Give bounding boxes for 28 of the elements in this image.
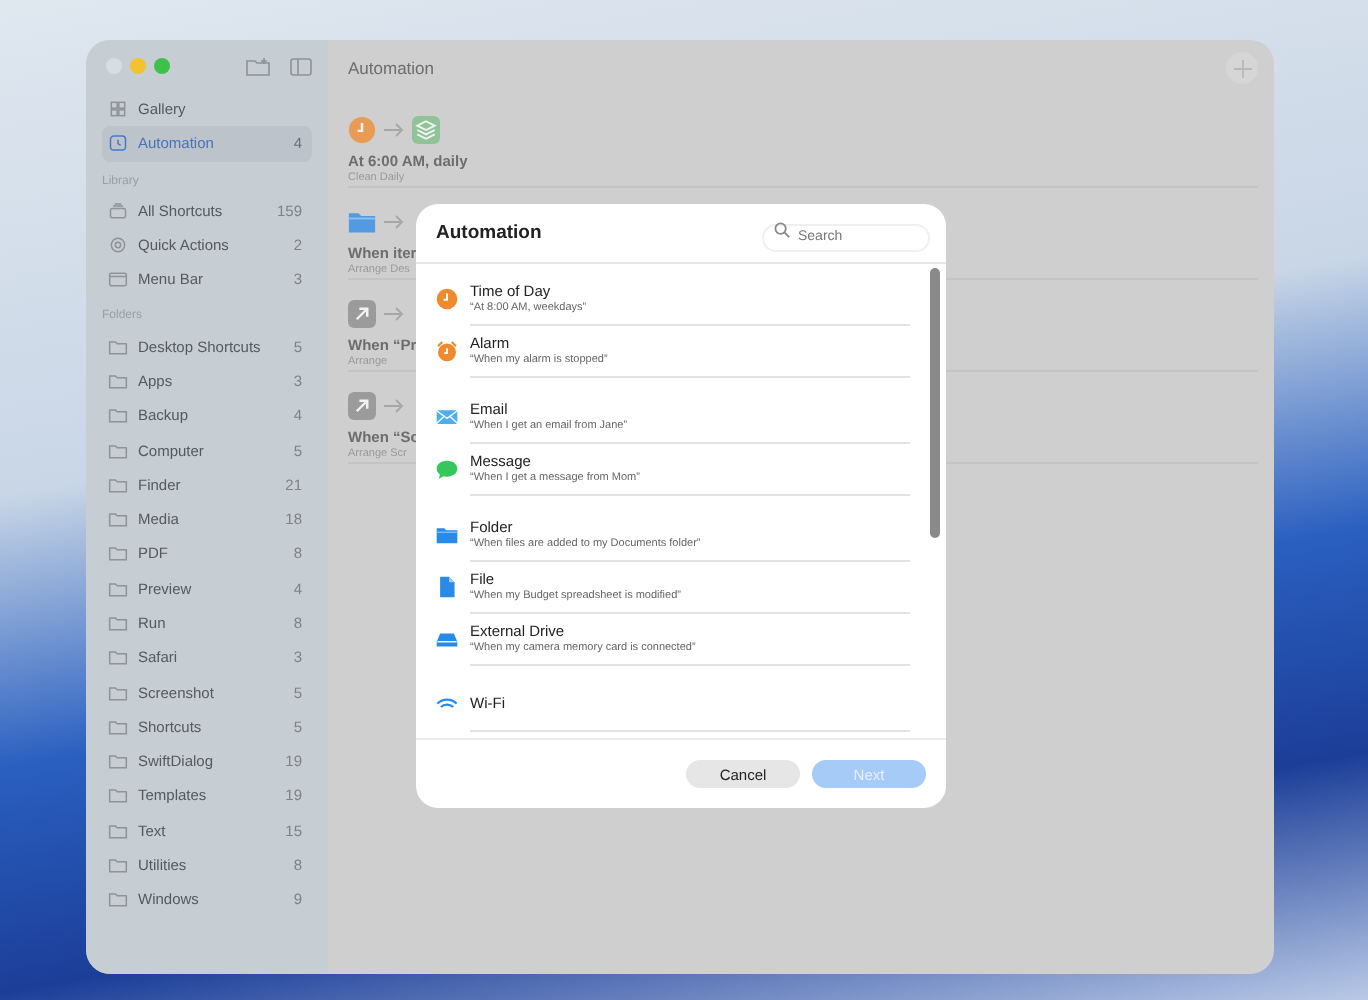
grid-icon bbox=[108, 100, 128, 119]
window-icon bbox=[108, 270, 128, 289]
folder-icon bbox=[436, 523, 458, 545]
new-folder-icon[interactable] bbox=[246, 57, 270, 75]
gear-icon bbox=[108, 236, 128, 255]
alarm-clock-icon bbox=[436, 339, 458, 361]
stack-icon bbox=[108, 201, 128, 220]
arrow-icon bbox=[384, 122, 404, 138]
arrow-icon bbox=[384, 398, 404, 414]
speech-bubble-icon bbox=[436, 457, 458, 479]
arrow-icon bbox=[384, 306, 404, 322]
folder-icon bbox=[348, 208, 376, 236]
window-title: Automation bbox=[348, 58, 434, 78]
clock-icon bbox=[436, 287, 458, 309]
zoom-dot[interactable] bbox=[154, 58, 170, 74]
minimize-dot[interactable] bbox=[130, 58, 146, 74]
clock-icon bbox=[108, 134, 128, 153]
arrow-icon bbox=[384, 214, 404, 230]
dialog-title: Automation bbox=[436, 222, 542, 244]
arrow-square-icon bbox=[348, 300, 376, 328]
plus-icon bbox=[1233, 59, 1251, 77]
add-button[interactable] bbox=[1226, 52, 1258, 84]
sidebar-toggle-icon[interactable] bbox=[290, 57, 312, 75]
document-icon bbox=[436, 575, 458, 597]
arrow-square-icon bbox=[348, 392, 376, 420]
clock-icon bbox=[348, 116, 376, 144]
envelope-icon bbox=[436, 405, 458, 427]
layers-icon bbox=[412, 116, 440, 144]
